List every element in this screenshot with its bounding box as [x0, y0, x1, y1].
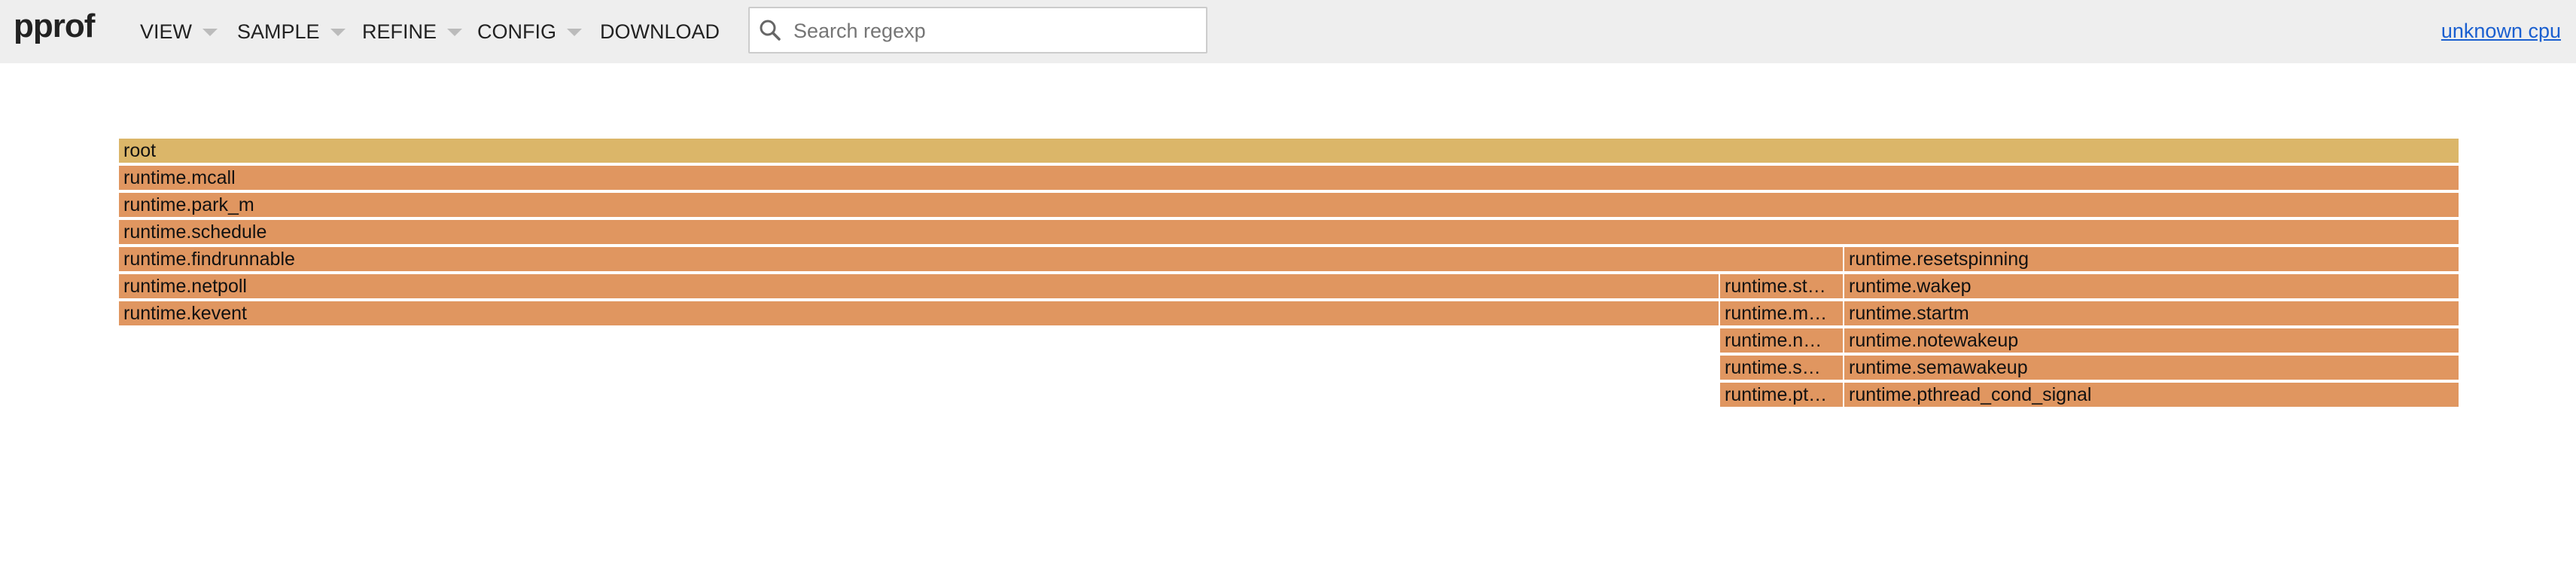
chevron-down-icon — [447, 29, 463, 36]
flame-frame[interactable]: runtime.wakep — [1844, 274, 2460, 300]
flame-frame[interactable]: runtime.pt… — [1720, 383, 1844, 408]
view-menu-label: VIEW — [140, 20, 193, 43]
flame-frame[interactable]: runtime.findrunnable — [119, 247, 1844, 273]
sample-menu[interactable]: SAMPLE — [237, 0, 346, 63]
profile-type-link[interactable]: unknown cpu — [2441, 20, 2561, 43]
search-box — [748, 7, 1207, 53]
flame-frame[interactable]: runtime.st… — [1720, 274, 1844, 300]
flame-frame[interactable]: runtime.resetspinning — [1844, 247, 2460, 273]
view-menu[interactable]: VIEW — [140, 0, 218, 63]
chevron-down-icon — [202, 29, 218, 36]
flame-frame[interactable]: runtime.notewakeup — [1844, 328, 2460, 354]
flame-frame[interactable]: runtime.netpoll — [119, 274, 1720, 300]
flame-frame[interactable]: runtime.startm — [1844, 301, 2460, 327]
config-menu[interactable]: CONFIG — [477, 0, 582, 63]
chevron-down-icon — [330, 29, 346, 36]
flame-frame[interactable]: runtime.kevent — [119, 301, 1720, 327]
config-menu-label: CONFIG — [477, 20, 556, 43]
flame-frame[interactable]: runtime.s… — [1720, 356, 1844, 381]
search-input[interactable] — [792, 14, 1201, 47]
refine-menu[interactable]: REFINE — [362, 0, 463, 63]
chevron-down-icon — [567, 29, 582, 36]
flame-frame-root[interactable]: root — [119, 139, 2460, 164]
download-menu-label: DOWNLOAD — [600, 20, 720, 43]
flame-frame[interactable]: runtime.semawakeup — [1844, 356, 2460, 381]
flame-frame[interactable]: runtime.schedule — [119, 220, 2460, 246]
flame-frame[interactable]: runtime.park_m — [119, 193, 2460, 218]
top-toolbar: pprof VIEW SAMPLE REFINE CONFIG DOWNLOAD… — [0, 0, 2576, 63]
flame-frame[interactable]: runtime.m… — [1720, 301, 1844, 327]
download-menu[interactable]: DOWNLOAD — [600, 0, 720, 63]
flame-frame[interactable]: runtime.n… — [1720, 328, 1844, 354]
flame-frame[interactable]: runtime.pthread_cond_signal — [1844, 383, 2460, 408]
refine-menu-label: REFINE — [362, 20, 437, 43]
sample-menu-label: SAMPLE — [237, 20, 320, 43]
flame-frame[interactable]: runtime.mcall — [119, 166, 2460, 191]
search-icon — [760, 20, 781, 41]
app-brand[interactable]: pprof — [14, 8, 95, 45]
